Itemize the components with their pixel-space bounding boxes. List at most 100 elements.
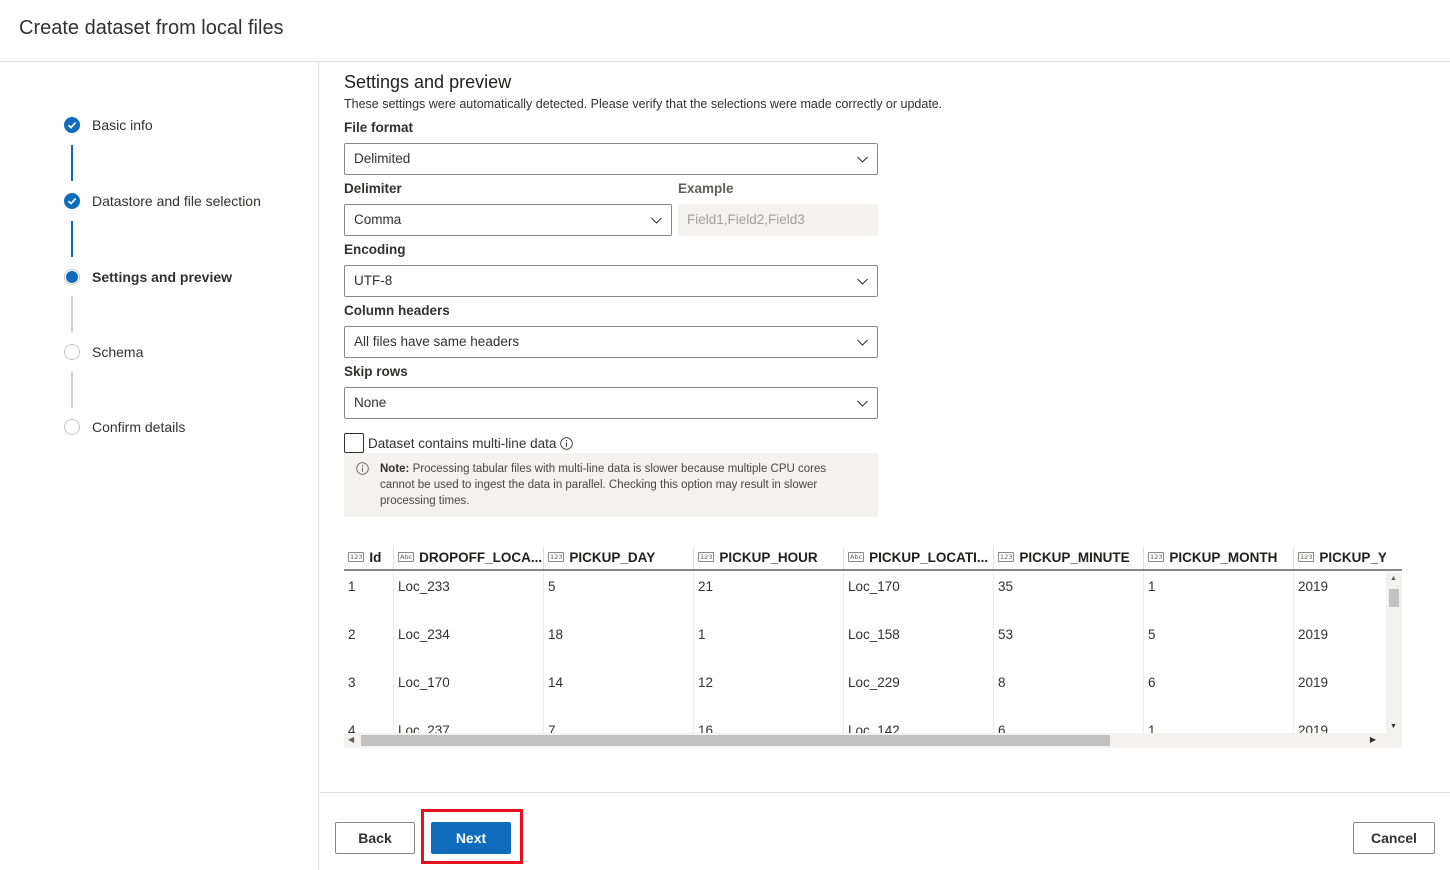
column-header[interactable]: Abc DROPOFF_LOCA... bbox=[394, 545, 542, 569]
numeric-type-icon: 123 bbox=[548, 552, 565, 562]
note-text: Note: Processing tabular files with mult… bbox=[380, 461, 860, 509]
text-type-icon: Abc bbox=[848, 552, 865, 562]
note-body: Processing tabular files with multi-line… bbox=[380, 463, 827, 507]
example-label: Example bbox=[678, 181, 734, 196]
note-prefix: Note: bbox=[380, 463, 410, 475]
table-row: 4 Loc_237 7 16 Loc_142 6 1 2019 bbox=[344, 717, 1384, 733]
grid-body: 1 Loc_233 5 21 Loc_170 35 1 2019 2 Loc_2… bbox=[344, 573, 1384, 733]
step-connector bbox=[71, 296, 73, 332]
column-header[interactable]: 123 PICKUP_YE bbox=[1294, 545, 1386, 569]
table-cell: 1 bbox=[1148, 723, 1156, 733]
table-cell: 7 bbox=[548, 723, 556, 733]
multiline-checkbox[interactable] bbox=[344, 433, 364, 453]
step-schema[interactable]: Schema bbox=[64, 342, 143, 362]
column-header[interactable]: 123 PICKUP_DAY bbox=[544, 545, 692, 569]
table-cell: 1 bbox=[348, 579, 356, 594]
pending-step-indicator-icon bbox=[64, 419, 80, 435]
column-header[interactable]: 123 PICKUP_MINUTE bbox=[994, 545, 1142, 569]
encoding-dropdown[interactable]: UTF-8 bbox=[344, 265, 878, 297]
scroll-down-arrow-icon[interactable]: ▼ bbox=[1390, 723, 1397, 730]
step-settings-preview[interactable]: Settings and preview bbox=[64, 267, 232, 287]
column-header[interactable]: Abc PICKUP_LOCATI... bbox=[844, 545, 992, 569]
table-cell: Loc_229 bbox=[848, 675, 900, 690]
table-cell: 8 bbox=[998, 675, 1006, 690]
table-cell: 5 bbox=[548, 579, 556, 594]
multiline-note: Note: Processing tabular files with mult… bbox=[344, 453, 878, 517]
table-cell: 2019 bbox=[1298, 579, 1329, 594]
table-cell: Loc_234 bbox=[398, 627, 450, 642]
grid-header-row: 123 Id Abc DROPOFF_LOCA... 123 PICKUP_DA… bbox=[344, 545, 1402, 571]
chevron-down-icon bbox=[857, 339, 868, 346]
chevron-down-icon bbox=[651, 217, 662, 224]
numeric-type-icon: 123 bbox=[998, 552, 1015, 562]
step-datastore[interactable]: Datastore and file selection bbox=[64, 191, 261, 211]
table-cell: Loc_170 bbox=[848, 579, 900, 594]
page-title: Create dataset from local files bbox=[19, 17, 284, 39]
checkmark-icon bbox=[64, 193, 80, 209]
horizontal-scrollbar[interactable]: ◀ ▶ bbox=[344, 733, 1402, 748]
scroll-right-arrow-icon[interactable]: ▶ bbox=[1370, 735, 1376, 744]
cancel-button[interactable]: Cancel bbox=[1353, 822, 1435, 854]
delimiter-dropdown[interactable]: Comma bbox=[344, 204, 672, 236]
next-button[interactable]: Next bbox=[431, 822, 511, 854]
numeric-type-icon: 123 bbox=[698, 552, 715, 562]
file-format-dropdown[interactable]: Delimited bbox=[344, 143, 878, 175]
checkmark-icon bbox=[64, 117, 80, 133]
table-cell: 4 bbox=[348, 723, 356, 733]
column-headers-dropdown[interactable]: All files have same headers bbox=[344, 326, 878, 358]
column-header-label: PICKUP_HOUR bbox=[719, 549, 818, 565]
vertical-scroll-thumb[interactable] bbox=[1389, 589, 1399, 607]
table-cell: Loc_233 bbox=[398, 579, 450, 594]
step-confirm-details[interactable]: Confirm details bbox=[64, 417, 185, 437]
table-cell: Loc_142 bbox=[848, 723, 900, 733]
table-cell: 14 bbox=[548, 675, 564, 690]
wizard-stepper: Basic info Datastore and file selection … bbox=[0, 62, 319, 870]
current-step-indicator-icon bbox=[64, 269, 80, 285]
table-cell: 3 bbox=[348, 675, 356, 690]
table-cell: 2019 bbox=[1298, 723, 1329, 733]
table-cell: Loc_237 bbox=[398, 723, 450, 733]
column-header-label: PICKUP_MINUTE bbox=[1019, 549, 1130, 565]
chevron-down-icon bbox=[857, 278, 868, 285]
table-cell: 1 bbox=[698, 627, 706, 642]
table-cell: 2019 bbox=[1298, 675, 1329, 690]
delimiter-label: Delimiter bbox=[344, 181, 402, 196]
title-bar: Create dataset from local files bbox=[0, 0, 1450, 62]
column-header[interactable]: 123 PICKUP_MONTH bbox=[1144, 545, 1292, 569]
step-connector bbox=[71, 372, 73, 408]
vertical-scrollbar[interactable]: ▲ ▼ bbox=[1386, 573, 1402, 733]
table-row: 1 Loc_233 5 21 Loc_170 35 1 2019 bbox=[344, 573, 1384, 621]
info-icon[interactable] bbox=[560, 436, 574, 450]
column-header[interactable]: 123 Id bbox=[344, 545, 392, 569]
skip-rows-dropdown[interactable]: None bbox=[344, 387, 878, 419]
section-title: Settings and preview bbox=[344, 72, 512, 92]
horizontal-scroll-thumb[interactable] bbox=[361, 735, 1110, 746]
encoding-value: UTF-8 bbox=[354, 273, 393, 288]
column-header[interactable]: 123 PICKUP_HOUR bbox=[694, 545, 842, 569]
skip-rows-label: Skip rows bbox=[344, 364, 408, 379]
chevron-down-icon bbox=[857, 400, 868, 407]
table-row: 2 Loc_234 18 1 Loc_158 53 5 2019 bbox=[344, 621, 1384, 669]
column-headers-label: Column headers bbox=[344, 303, 450, 318]
file-format-value: Delimited bbox=[354, 151, 411, 166]
table-cell: 16 bbox=[698, 723, 714, 733]
table-cell: 18 bbox=[548, 627, 564, 642]
scroll-left-arrow-icon[interactable]: ◀ bbox=[348, 735, 354, 744]
table-cell: 5 bbox=[1148, 627, 1156, 642]
info-icon bbox=[356, 462, 369, 475]
scroll-up-arrow-icon[interactable]: ▲ bbox=[1390, 575, 1397, 582]
column-header-label: PICKUP_DAY bbox=[569, 549, 656, 565]
back-button[interactable]: Back bbox=[335, 822, 415, 854]
data-preview-grid: 123 Id Abc DROPOFF_LOCA... 123 PICKUP_DA… bbox=[344, 545, 1402, 748]
skip-rows-value: None bbox=[354, 395, 387, 410]
pending-step-indicator-icon bbox=[64, 344, 80, 360]
step-label: Schema bbox=[92, 344, 144, 360]
table-cell: 2 bbox=[348, 627, 356, 642]
step-basic-info[interactable]: Basic info bbox=[64, 115, 153, 135]
multiline-checkbox-label[interactable]: Dataset contains multi-line data bbox=[368, 436, 556, 451]
example-field: Field1,Field2,Field3 bbox=[678, 204, 878, 236]
text-type-icon: Abc bbox=[398, 552, 415, 562]
step-connector bbox=[71, 145, 73, 181]
table-cell: 35 bbox=[998, 579, 1014, 594]
table-cell: 6 bbox=[998, 723, 1006, 733]
